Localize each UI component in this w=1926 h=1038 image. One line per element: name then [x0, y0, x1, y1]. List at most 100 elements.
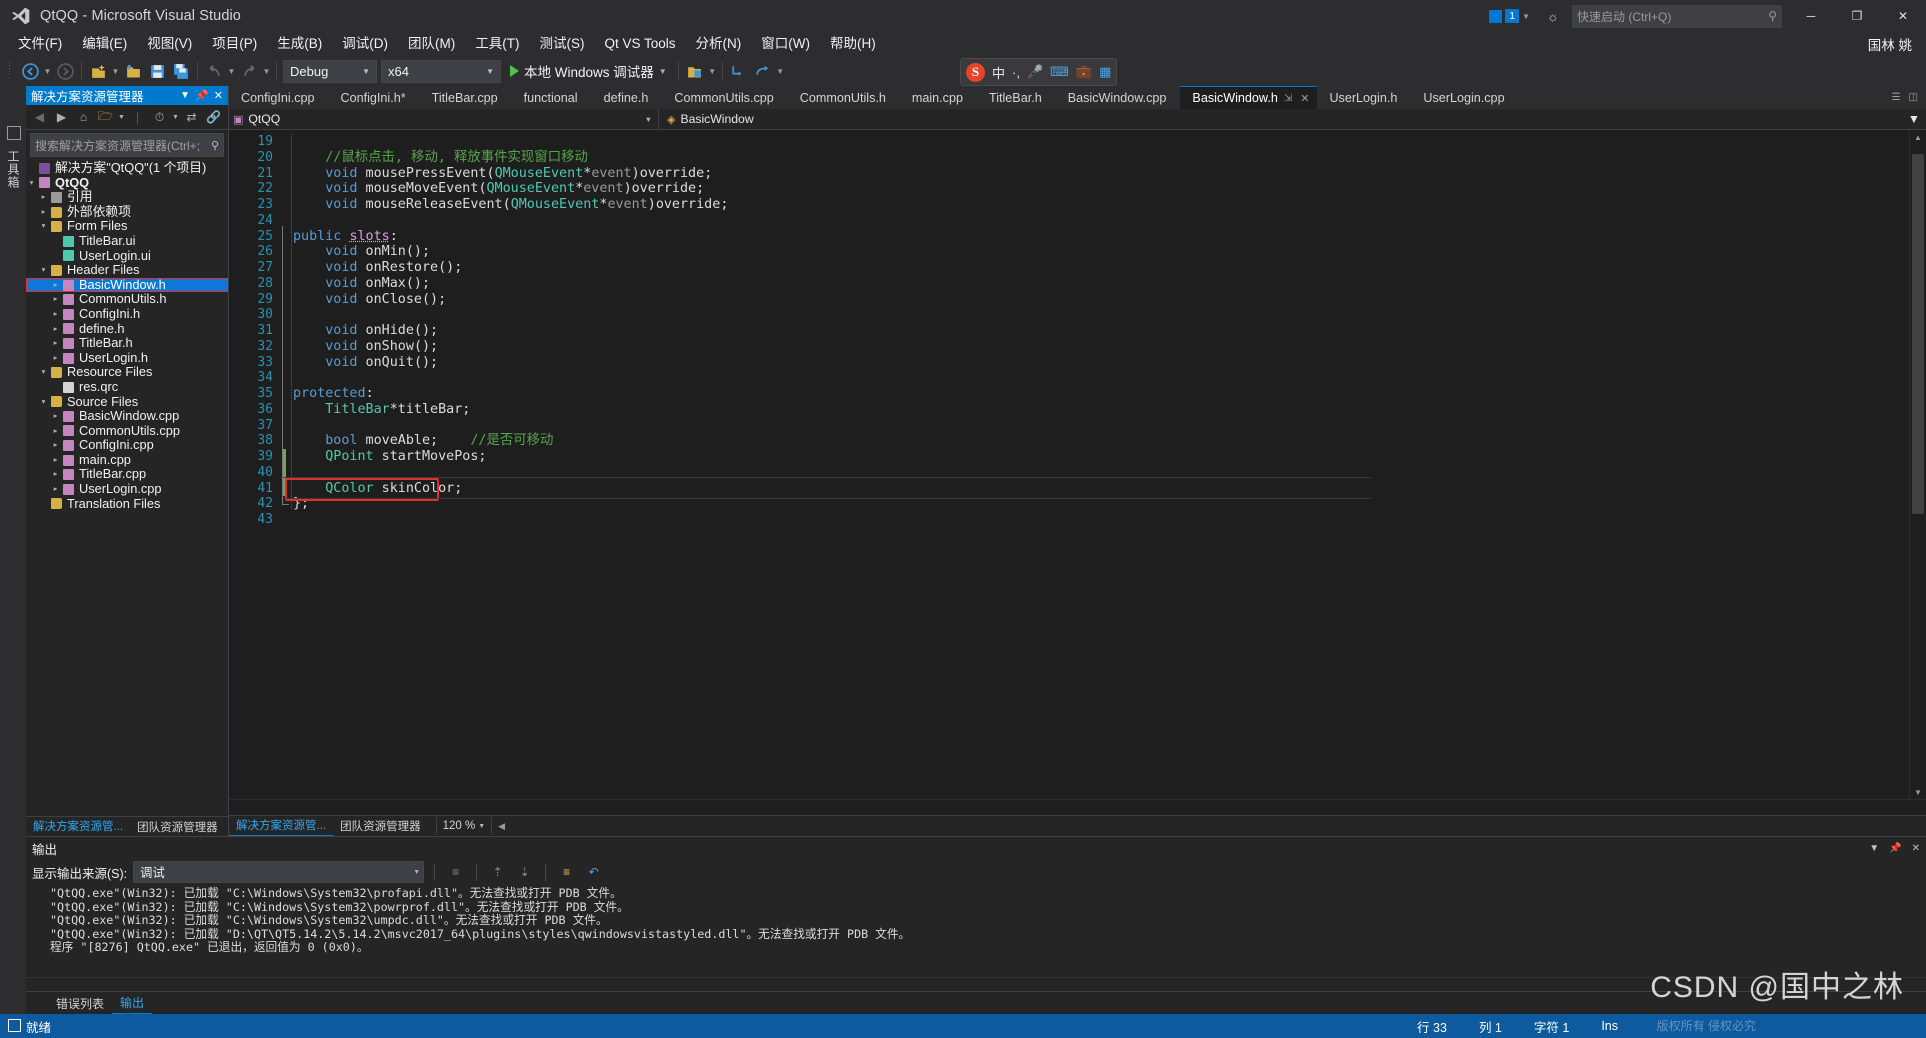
show-all-files-dropdown-icon[interactable]: ▼ [117, 107, 126, 127]
tree-item-userlogin-cpp[interactable]: ▸ UserLogin.cpp [26, 481, 228, 497]
pin-icon-out[interactable]: 📌 [1889, 843, 1901, 854]
tree-item-resource-files[interactable]: ▾ Resource Files [26, 365, 228, 380]
code-line[interactable]: 28 void onMax(); [229, 276, 1909, 292]
code-line[interactable]: 38 bool moveAble; //是否可移动 [229, 433, 1909, 449]
solution-platform-select[interactable]: x64 ▼ [381, 59, 501, 83]
code-line[interactable]: 37 [229, 418, 1909, 434]
microphone-icon[interactable]: 🎤 [1027, 64, 1043, 80]
step-into-icon[interactable] [727, 59, 751, 83]
editor-tab-userlogin-cpp[interactable]: UserLogin.cpp [1411, 86, 1519, 109]
editor-tab-define-h[interactable]: define.h [591, 86, 663, 109]
new-project-icon[interactable] [86, 59, 110, 83]
start-debugging-button[interactable]: 本地 Windows 调试器 ▼ [503, 59, 674, 83]
code-line[interactable]: 29 void onClose(); [229, 292, 1909, 308]
clear-all-icon[interactable]: ≡ [556, 862, 577, 882]
editor-tab-commonutils-cpp[interactable]: CommonUtils.cpp [662, 86, 788, 109]
code-line[interactable]: 26 void onMin(); [229, 244, 1909, 260]
attach-process-icon[interactable] [683, 59, 707, 83]
editor-tab-functional[interactable]: functional [511, 86, 592, 109]
attach-dropdown-icon[interactable]: ▼ [707, 59, 718, 83]
collapsed-arrow-icon[interactable]: ▸ [50, 467, 61, 482]
scroll-down-icon[interactable]: ▼ [1910, 785, 1926, 799]
step-over-icon[interactable] [751, 59, 775, 83]
tree-item-main-cpp[interactable]: ▸ main.cpp [26, 452, 228, 468]
collapsed-arrow-icon[interactable]: ▸ [50, 438, 61, 453]
code-line[interactable]: 42}; [229, 496, 1909, 512]
keyboard-icon[interactable]: ⌨ [1050, 64, 1069, 80]
apps-grid-icon[interactable]: ▦ [1099, 64, 1111, 80]
forward-icon-se[interactable]: ▶ [51, 107, 72, 127]
code-line[interactable]: 22 void mouseMoveEvent(QMouseEvent*event… [229, 181, 1909, 197]
split-view-icon[interactable]: ◫ [1909, 92, 1918, 103]
tree-item-header-files[interactable]: ▾ Header Files [26, 263, 228, 278]
collapsed-arrow-icon[interactable]: ▸ [50, 292, 61, 307]
collapsed-arrow-icon[interactable]: ▸ [50, 409, 61, 424]
tab-team-explorer[interactable]: 团队资源管理器 [130, 817, 225, 837]
collapsed-arrow-icon[interactable]: ▸ [38, 190, 49, 205]
pin-icon[interactable]: 📌 [195, 89, 209, 102]
navigate-backward-icon[interactable] [18, 59, 42, 83]
tree-item-configini-cpp[interactable]: ▸ ConfigIni.cpp [26, 438, 228, 453]
editor-tab-titlebar-cpp[interactable]: TitleBar.cpp [419, 86, 512, 109]
toolbar-grip[interactable] [7, 62, 15, 80]
signed-in-user[interactable]: 国林 姚 [1868, 32, 1912, 56]
menu-item-analyze[interactable]: 分析(N) [686, 33, 752, 55]
close-tab-icon[interactable]: ✕ [1296, 92, 1313, 105]
tab-overflow-controls[interactable]: ☰ ◫ [1884, 86, 1926, 109]
save-all-icon[interactable] [169, 59, 193, 83]
toggle-word-wrap-icon[interactable]: ↶ [583, 862, 604, 882]
menu-item-project[interactable]: 项目(P) [202, 33, 267, 55]
scrollbar-thumb[interactable] [1912, 154, 1924, 514]
scroll-up-icon[interactable]: ▲ [1910, 130, 1926, 144]
menu-item-team[interactable]: 团队(M) [398, 33, 465, 55]
expanded-arrow-icon[interactable]: ▾ [38, 365, 49, 380]
menu-item-test[interactable]: 测试(S) [530, 33, 595, 55]
editor-vertical-scrollbar[interactable]: ▲ ▼ [1909, 130, 1926, 799]
solution-configuration-select[interactable]: Debug ▼ [283, 59, 377, 83]
properties-icon-se[interactable]: 🔗 [203, 107, 224, 127]
editor-tab-basicwindow-cpp[interactable]: BasicWindow.cpp [1055, 86, 1181, 109]
menu-item-tools[interactable]: 工具(T) [465, 33, 529, 55]
editor-tab-configini-cpp[interactable]: ConfigIni.cpp [229, 86, 329, 109]
ime-punctuation-mode[interactable]: ·, [1012, 65, 1020, 80]
tab-solution-explorer[interactable]: 解决方案资源管... [26, 816, 131, 838]
collapsed-arrow-icon[interactable]: ▸ [50, 424, 61, 439]
tree-item-titlebar-ui[interactable]: TitleBar.ui [26, 233, 228, 249]
collapsed-arrow-icon[interactable]: ▸ [38, 205, 49, 220]
code-line[interactable]: 41 QColor skinColor; [229, 476, 1909, 501]
tree-item-userlogin-ui[interactable]: UserLogin.ui [26, 248, 228, 264]
menu-item-view[interactable]: 视图(V) [137, 33, 202, 55]
tab-output[interactable]: 输出 [112, 992, 153, 1015]
code-line[interactable]: 30 [229, 307, 1909, 323]
code-line[interactable]: 25 public slots: [229, 229, 1909, 245]
tree-item-solution[interactable]: 解决方案"QtQQ"(1 个项目) [26, 160, 228, 176]
tree-item-commonutils-h[interactable]: ▸ CommonUtils.h [26, 292, 228, 307]
code-line[interactable]: 33 void onQuit(); [229, 355, 1909, 371]
solution-explorer-search-input[interactable]: 搜索解决方案资源管理器(Ctrl+; ⚲ [30, 133, 224, 157]
code-line[interactable]: 24 [229, 213, 1909, 229]
menu-item-qt-vs-tools[interactable]: Qt VS Tools [595, 33, 686, 55]
code-line[interactable]: 40 [229, 464, 1909, 481]
editor-tab-titlebar-h[interactable]: TitleBar.h [976, 86, 1056, 109]
tree-item-userlogin-h[interactable]: ▸ UserLogin.h [26, 350, 228, 366]
tree-item--[interactable]: ▸ 引用 [26, 190, 228, 205]
chevron-down-icon-se[interactable]: ▼ [180, 90, 190, 101]
sync-with-active-document-icon[interactable]: ⇄ [181, 107, 202, 127]
menu-item-build[interactable]: 生成(B) [267, 33, 332, 55]
output-horizontal-scrollbar[interactable] [26, 977, 1926, 991]
tab-list-icon[interactable]: ☰ [1892, 92, 1901, 103]
tree-item-basicwindow-cpp[interactable]: ▸ BasicWindow.cpp [26, 408, 228, 424]
save-icon[interactable] [145, 59, 169, 83]
tree-item-project[interactable]: ▾ QtQQ [26, 175, 228, 191]
code-line[interactable]: 20 //鼠标点击, 移动, 释放事件实现窗口移动 [229, 150, 1909, 166]
step-dropdown-icon[interactable]: ▼ [775, 59, 786, 83]
new-project-dropdown-icon[interactable]: ▼ [110, 59, 121, 83]
tree-item--[interactable]: ▸ 外部依赖项 [26, 204, 228, 220]
collapsed-arrow-icon[interactable]: ▸ [50, 453, 61, 468]
pin-tab-icon[interactable]: ⇲ [1280, 93, 1296, 104]
code-line[interactable]: 39 QPoint startMovePos; [229, 449, 1909, 465]
close-button[interactable]: ✕ [1880, 0, 1926, 32]
expanded-arrow-icon[interactable]: ▾ [38, 395, 49, 410]
scroll-left-icon[interactable]: ◀ [492, 821, 511, 832]
editor-tab-configini-h-[interactable]: ConfigIni.h* [328, 86, 420, 109]
